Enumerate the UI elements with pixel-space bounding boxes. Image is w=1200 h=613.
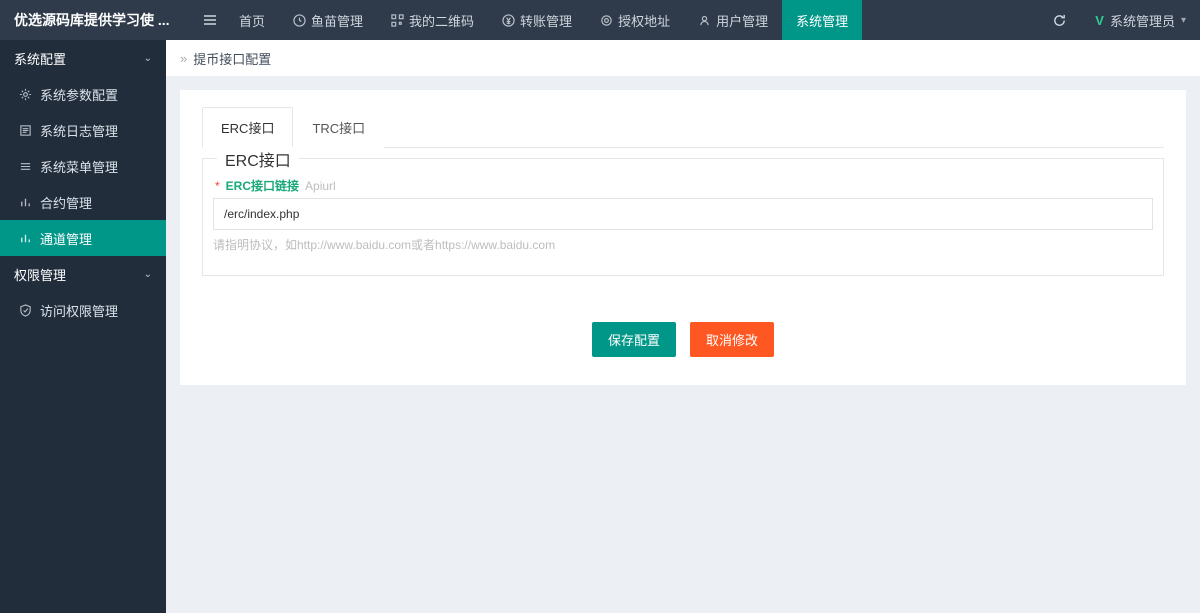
link-icon [600, 14, 613, 27]
nav-fishseed[interactable]: 鱼苗管理 [279, 0, 377, 40]
sidebar: 系统配置 ⌄ 系统参数配置 系统日志管理 系统菜单管理 合约管理 通道管理 权限… [0, 40, 166, 613]
sidebar-item-logs[interactable]: 系统日志管理 [0, 112, 166, 148]
breadcrumb: » 提币接口配置 [166, 40, 1200, 76]
user-icon [698, 14, 711, 27]
user-menu[interactable]: V 系统管理员 ▾ [1081, 0, 1200, 40]
nav-auth-addr[interactable]: 授权地址 [586, 0, 684, 40]
refresh-button[interactable] [1038, 0, 1081, 40]
menu-icon [203, 13, 217, 27]
topbar-tools: V 系统管理员 ▾ [1038, 0, 1200, 40]
user-badge: V [1095, 13, 1104, 28]
field-label: * ERC接口链接 Apiurl [215, 177, 1153, 194]
breadcrumb-sep: » [180, 51, 187, 66]
save-button[interactable]: 保存配置 [592, 322, 676, 357]
tab-bar: ERC接口 TRC接口 [202, 106, 1164, 148]
main: » 提币接口配置 ERC接口 TRC接口 ERC接口 * ERC接口链接 Api… [166, 40, 1200, 613]
brand-title: 优选源码库提供学习使 ... [0, 0, 195, 40]
field-hint: 请指明协议，如http://www.baidu.com或者https://www… [213, 236, 1153, 253]
fieldset-erc: ERC接口 * ERC接口链接 Apiurl 请指明协议，如http://www… [202, 158, 1164, 276]
sidebar-item-label: 系统参数配置 [40, 85, 118, 104]
sidebar-item-contract[interactable]: 合约管理 [0, 184, 166, 220]
topbar: 优选源码库提供学习使 ... 首页 鱼苗管理 我的二维码 转账管理 授权地址 用… [0, 0, 1200, 40]
sidebar-item-label: 通道管理 [40, 229, 92, 248]
user-name: 系统管理员 [1110, 11, 1175, 30]
clock-icon [293, 14, 306, 27]
chevron-down-icon: ▾ [1181, 15, 1186, 26]
nav-users[interactable]: 用户管理 [684, 0, 782, 40]
sidebar-item-menus[interactable]: 系统菜单管理 [0, 148, 166, 184]
list-icon [18, 123, 32, 137]
sidebar-item-label: 系统菜单管理 [40, 157, 118, 176]
sidebar-item-label: 系统日志管理 [40, 121, 118, 140]
yen-icon [502, 14, 515, 27]
chevron-down-icon: ⌄ [144, 269, 152, 280]
bars-icon [18, 231, 32, 245]
nav-transfer[interactable]: 转账管理 [488, 0, 586, 40]
tab-erc[interactable]: ERC接口 [202, 107, 293, 148]
cancel-button[interactable]: 取消修改 [690, 322, 774, 357]
gear-icon [18, 87, 32, 101]
sidebar-group-system[interactable]: 系统配置 ⌄ [0, 40, 166, 76]
nav-system[interactable]: 系统管理 [782, 0, 862, 40]
top-nav: 首页 鱼苗管理 我的二维码 转账管理 授权地址 用户管理 系统管理 [225, 0, 862, 40]
sidebar-toggle[interactable] [195, 0, 225, 40]
refresh-icon [1052, 13, 1067, 28]
sidebar-item-params[interactable]: 系统参数配置 [0, 76, 166, 112]
content-card: ERC接口 TRC接口 ERC接口 * ERC接口链接 Apiurl 请指明协议… [180, 90, 1186, 385]
nav-qrcode[interactable]: 我的二维码 [377, 0, 488, 40]
bars-icon [18, 195, 32, 209]
qr-icon [391, 14, 404, 27]
shield-icon [18, 303, 32, 317]
menu-icon [18, 159, 32, 173]
sidebar-group-permissions[interactable]: 权限管理 ⌄ [0, 256, 166, 292]
apiurl-input[interactable] [213, 198, 1153, 230]
chevron-down-icon: ⌄ [144, 53, 152, 64]
sidebar-item-channel[interactable]: 通道管理 [0, 220, 166, 256]
button-row: 保存配置 取消修改 [202, 322, 1164, 357]
fieldset-legend: ERC接口 [217, 147, 299, 171]
required-mark: * [215, 179, 220, 193]
nav-home[interactable]: 首页 [225, 0, 279, 40]
sidebar-item-access[interactable]: 访问权限管理 [0, 292, 166, 328]
sidebar-item-label: 合约管理 [40, 193, 92, 212]
tab-trc[interactable]: TRC接口 [293, 107, 384, 148]
sidebar-item-label: 访问权限管理 [40, 301, 118, 320]
breadcrumb-title: 提币接口配置 [193, 49, 271, 68]
